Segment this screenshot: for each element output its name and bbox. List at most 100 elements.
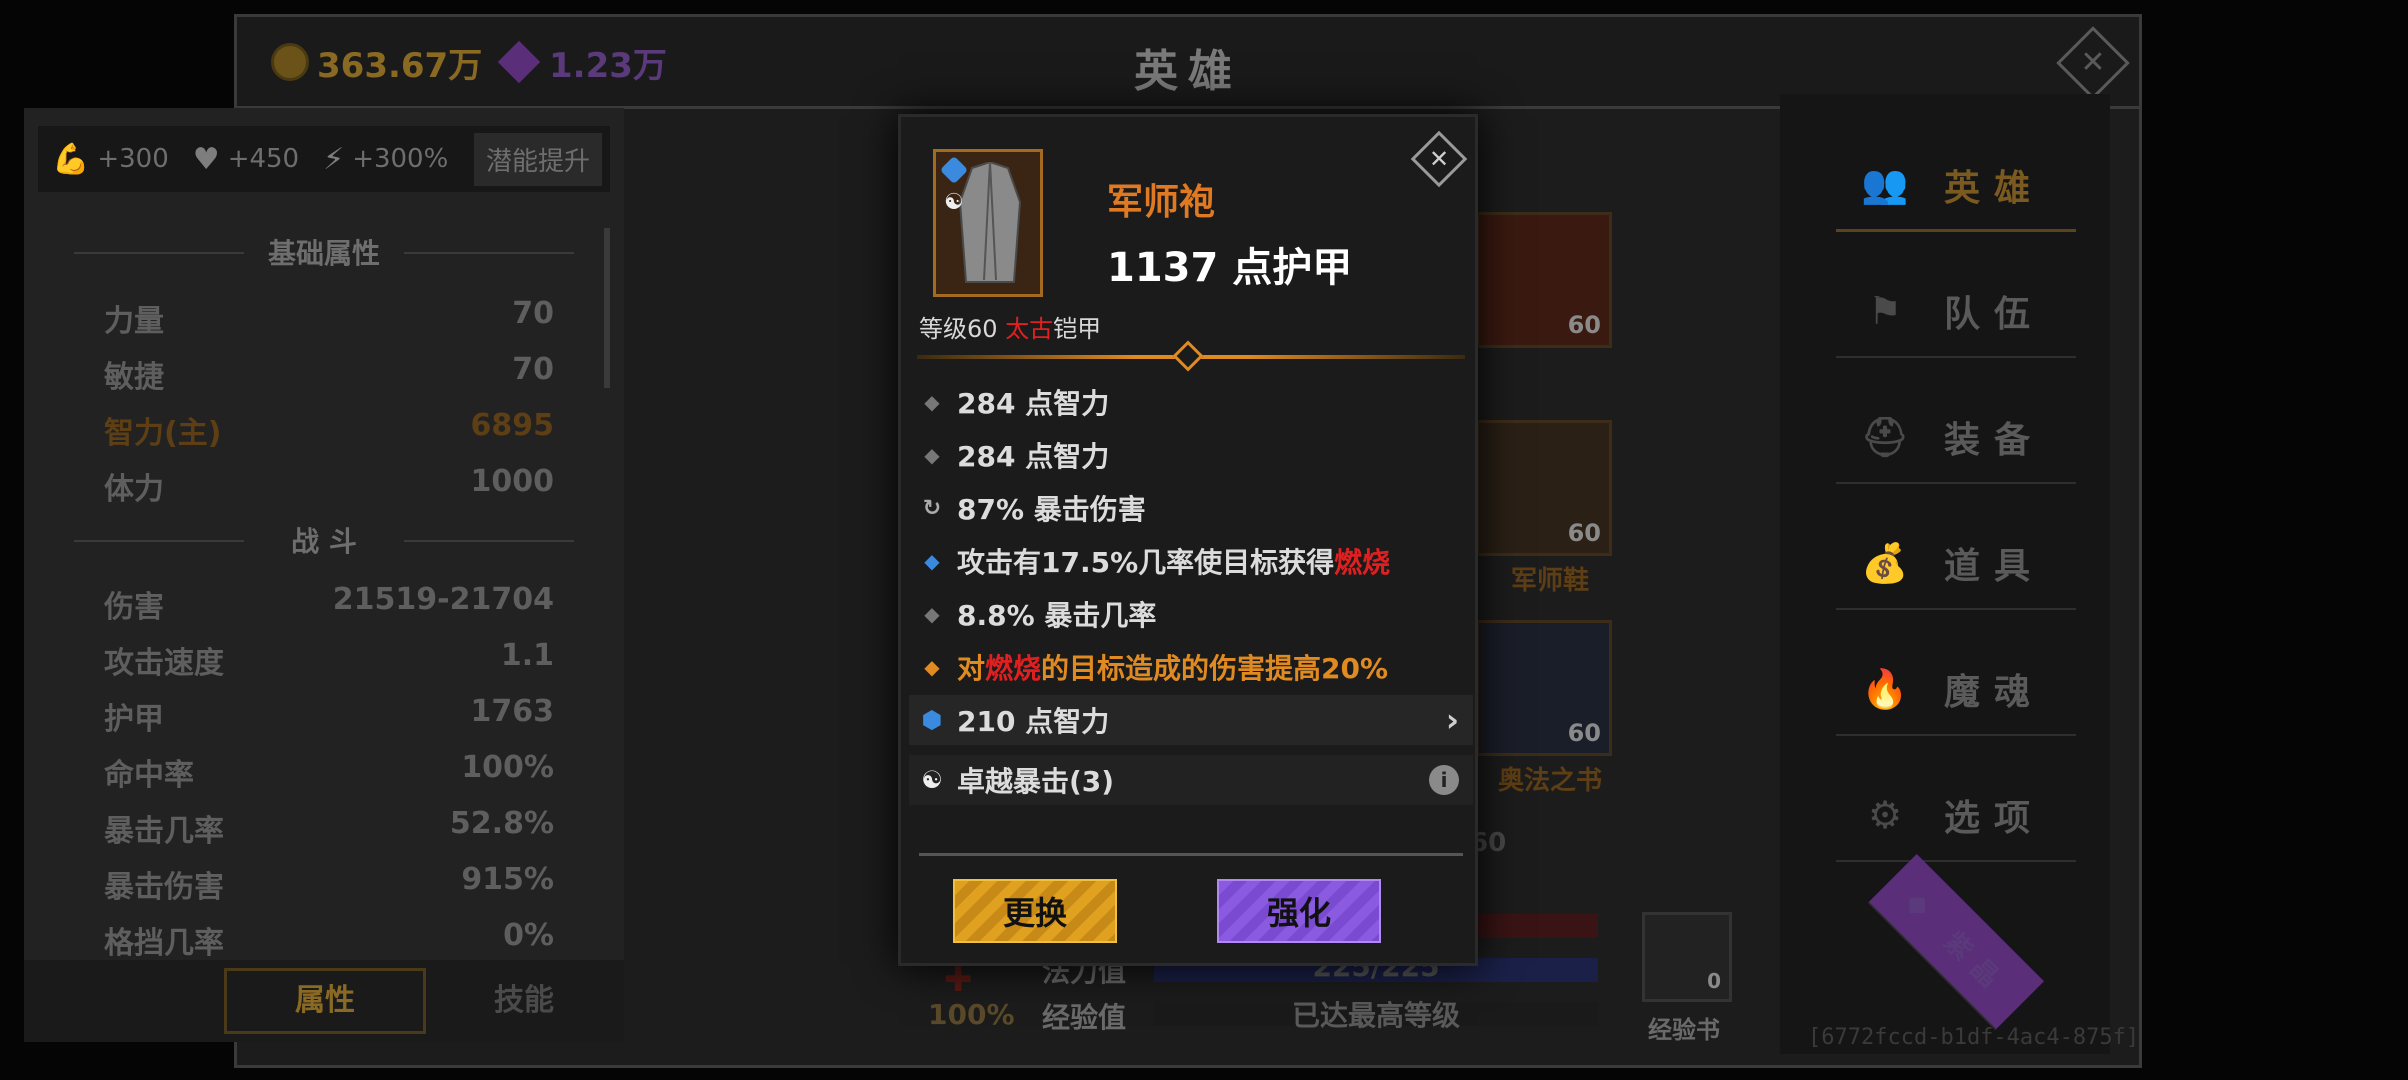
item-name: 军师袍 bbox=[1107, 182, 1216, 223]
nav-label: 魔魂 bbox=[1944, 672, 2045, 713]
nav-item[interactable]: ⚙ 选项 bbox=[1836, 770, 2076, 862]
potential-upgrade-button[interactable]: 潜能提升 bbox=[473, 132, 602, 186]
nav-label: 紫晶 bbox=[1937, 926, 2013, 1001]
nav-item[interactable]: 🔥 魔魂 bbox=[1836, 644, 2076, 736]
item-detail-modal: ☯ ✕ 军师袍 1137 点护甲 等级60 太古铠甲 ◆ 284 点智力 ◆ 284… bbox=[898, 114, 1478, 966]
attr-value: 915% bbox=[461, 862, 554, 897]
equip-name-book: 奥法之书 bbox=[1497, 766, 1602, 796]
attr-row: 伤害 21519-21704 bbox=[104, 582, 554, 625]
affix-text: 攻击有17.5%几率使目标获得 bbox=[957, 546, 1335, 579]
attr-name: 命中率 bbox=[104, 758, 194, 793]
tab-skills[interactable]: 技能 bbox=[424, 968, 624, 1034]
exp-book-count: 0 bbox=[1707, 969, 1721, 993]
diamond-bullet-icon: ◆ bbox=[924, 602, 940, 626]
attr-row: 力量 70 bbox=[104, 296, 554, 339]
orange-diamond-bullet-icon: ◆ bbox=[924, 655, 940, 679]
affix-text: 87% 暴击伤害 bbox=[957, 493, 1146, 526]
lightning-icon: ⚡ bbox=[323, 141, 345, 177]
modal-close-button[interactable]: ✕ bbox=[1410, 130, 1468, 188]
yinyang-icon: ☯ bbox=[921, 766, 943, 794]
affix-row: ↻ 87% 暴击伤害 bbox=[921, 483, 1469, 533]
flag-icon: ⚑ bbox=[1867, 289, 1917, 333]
equip-level: 60 bbox=[1567, 311, 1601, 339]
item-level: 等级60 bbox=[919, 315, 998, 343]
exp-book-slot[interactable]: 0 bbox=[1642, 912, 1732, 1002]
health-bonus: ♥ +450 bbox=[193, 142, 299, 177]
scrollbar[interactable] bbox=[604, 228, 610, 388]
attr-value: 21519-21704 bbox=[332, 582, 554, 617]
nav-label: 队伍 bbox=[1944, 294, 2045, 335]
equip-level: 60 bbox=[1567, 719, 1601, 747]
attr-value: 70 bbox=[512, 352, 554, 387]
tab-attributes[interactable]: 属性 bbox=[224, 968, 426, 1034]
affix-text: 对 bbox=[957, 652, 986, 685]
strength-bonus-value: +300 bbox=[97, 144, 169, 174]
affix-row: ◆ 284 点智力 bbox=[921, 430, 1469, 480]
potential-row: 💪 +300 ♥ +450 ⚡ +300% 潜能提升 bbox=[38, 126, 610, 192]
nav-label: 道具 bbox=[1944, 546, 2045, 587]
swap-button[interactable]: 更换 bbox=[953, 879, 1117, 943]
affix-highlight: 燃烧 bbox=[985, 652, 1042, 685]
diamond-bullet-icon: ◆ bbox=[924, 390, 940, 414]
info-icon[interactable]: i bbox=[1429, 765, 1459, 795]
yinyang-icon: ☯ bbox=[944, 190, 964, 215]
nav-item[interactable]: ◆ 紫晶 bbox=[1867, 853, 2045, 1031]
gem-text: 210 点智力 bbox=[957, 705, 1110, 738]
attr-name: 护甲 bbox=[104, 702, 164, 737]
affix-row: ◆ 8.8% 暴击几率 bbox=[921, 589, 1469, 639]
close-icon: ✕ bbox=[1428, 145, 1450, 173]
affix-row: ◆ 284 点智力 bbox=[921, 377, 1469, 427]
modal-divider bbox=[919, 853, 1463, 856]
item-subtitle: 等级60 太古铠甲 bbox=[919, 309, 1101, 344]
nav-item[interactable]: ⛑ 装备 bbox=[1836, 392, 2076, 484]
diamond-bullet-icon: ◆ bbox=[924, 443, 940, 467]
attr-value: 52.8% bbox=[449, 806, 554, 841]
nav-item[interactable]: 💰 道具 bbox=[1836, 518, 2076, 610]
attr-name: 伤害 bbox=[104, 590, 164, 625]
attr-name: 智力(主) bbox=[104, 416, 222, 451]
gem-icon: ◆ bbox=[1899, 884, 1946, 931]
affix-row-set: ◆ 对燃烧 的目标造成的伤害提高20% bbox=[921, 642, 1469, 692]
nav-label: 装备 bbox=[1944, 420, 2045, 461]
equip-slot-boots[interactable]: 60 bbox=[1476, 420, 1612, 556]
cross-icon: ✚ bbox=[944, 960, 973, 1000]
attr-row: 攻击速度 1.1 bbox=[104, 638, 554, 681]
nav-item[interactable]: ⚑ 队伍 bbox=[1836, 266, 2076, 358]
attr-row: 命中率 100% bbox=[104, 750, 554, 793]
attr-value: 1763 bbox=[470, 694, 555, 729]
attr-name: 力量 bbox=[104, 304, 164, 339]
attr-name: 敏捷 bbox=[104, 360, 164, 395]
set-text: 卓越暴击(3) bbox=[957, 765, 1115, 798]
attr-row: 智力(主) 6895 bbox=[104, 408, 555, 451]
heart-icon: ♥ bbox=[192, 141, 220, 177]
attr-name: 攻击速度 bbox=[104, 646, 224, 681]
affix-highlight: 燃烧 bbox=[1334, 546, 1391, 579]
basic-attrs-header: 基础属性 bbox=[74, 232, 574, 272]
exp-book-label: 经验书 bbox=[1648, 1016, 1720, 1044]
attr-row: 格挡几率 0% bbox=[104, 918, 554, 961]
equip-level: 60 bbox=[1567, 519, 1601, 547]
attr-row: 暴击伤害 915% bbox=[104, 862, 554, 905]
affix-text: 的目标造成的伤害提高20% bbox=[1041, 652, 1389, 685]
attr-row: 暴击几率 52.8% bbox=[104, 806, 554, 849]
affix-text: 284 点智力 bbox=[957, 440, 1110, 473]
affix-text: 8.8% 暴击几率 bbox=[957, 599, 1157, 632]
attributes-panel: 💪 +300 ♥ +450 ⚡ +300% 潜能提升 基础属性 力量 70 敏捷 70 智力(… bbox=[24, 108, 624, 961]
attr-name: 暴击几率 bbox=[104, 814, 224, 849]
session-id: [6772fccd-b1df-4ac4-875f] bbox=[1808, 1025, 2140, 1050]
affix-text: 284 点智力 bbox=[957, 387, 1110, 420]
equip-slot-book[interactable]: 60 bbox=[1476, 620, 1612, 756]
gem-row[interactable]: ⬢ 210 点智力 › bbox=[909, 695, 1473, 745]
right-nav: 👥 英雄 ⚑ 队伍 ⛑ 装备 💰 道具 🔥 魔魂 ⚙ 选项 ◆ 紫晶 bbox=[1780, 94, 2110, 1054]
chevron-right-icon: › bbox=[1445, 701, 1459, 739]
attr-name: 格挡几率 bbox=[104, 926, 224, 961]
enhance-button[interactable]: 强化 bbox=[1217, 879, 1381, 943]
health-bonus-value: +450 bbox=[227, 144, 300, 174]
gem-icon: ⬢ bbox=[921, 706, 943, 734]
attr-value: 6895 bbox=[470, 408, 555, 443]
nav-item[interactable]: 👥 英雄 bbox=[1836, 140, 2076, 232]
nav-label: 英雄 bbox=[1944, 167, 2045, 209]
strength-bonus: 💪 +300 bbox=[52, 142, 169, 177]
attr-value: 100% bbox=[461, 750, 554, 785]
equip-slot-weapon[interactable]: 60 bbox=[1476, 212, 1612, 348]
